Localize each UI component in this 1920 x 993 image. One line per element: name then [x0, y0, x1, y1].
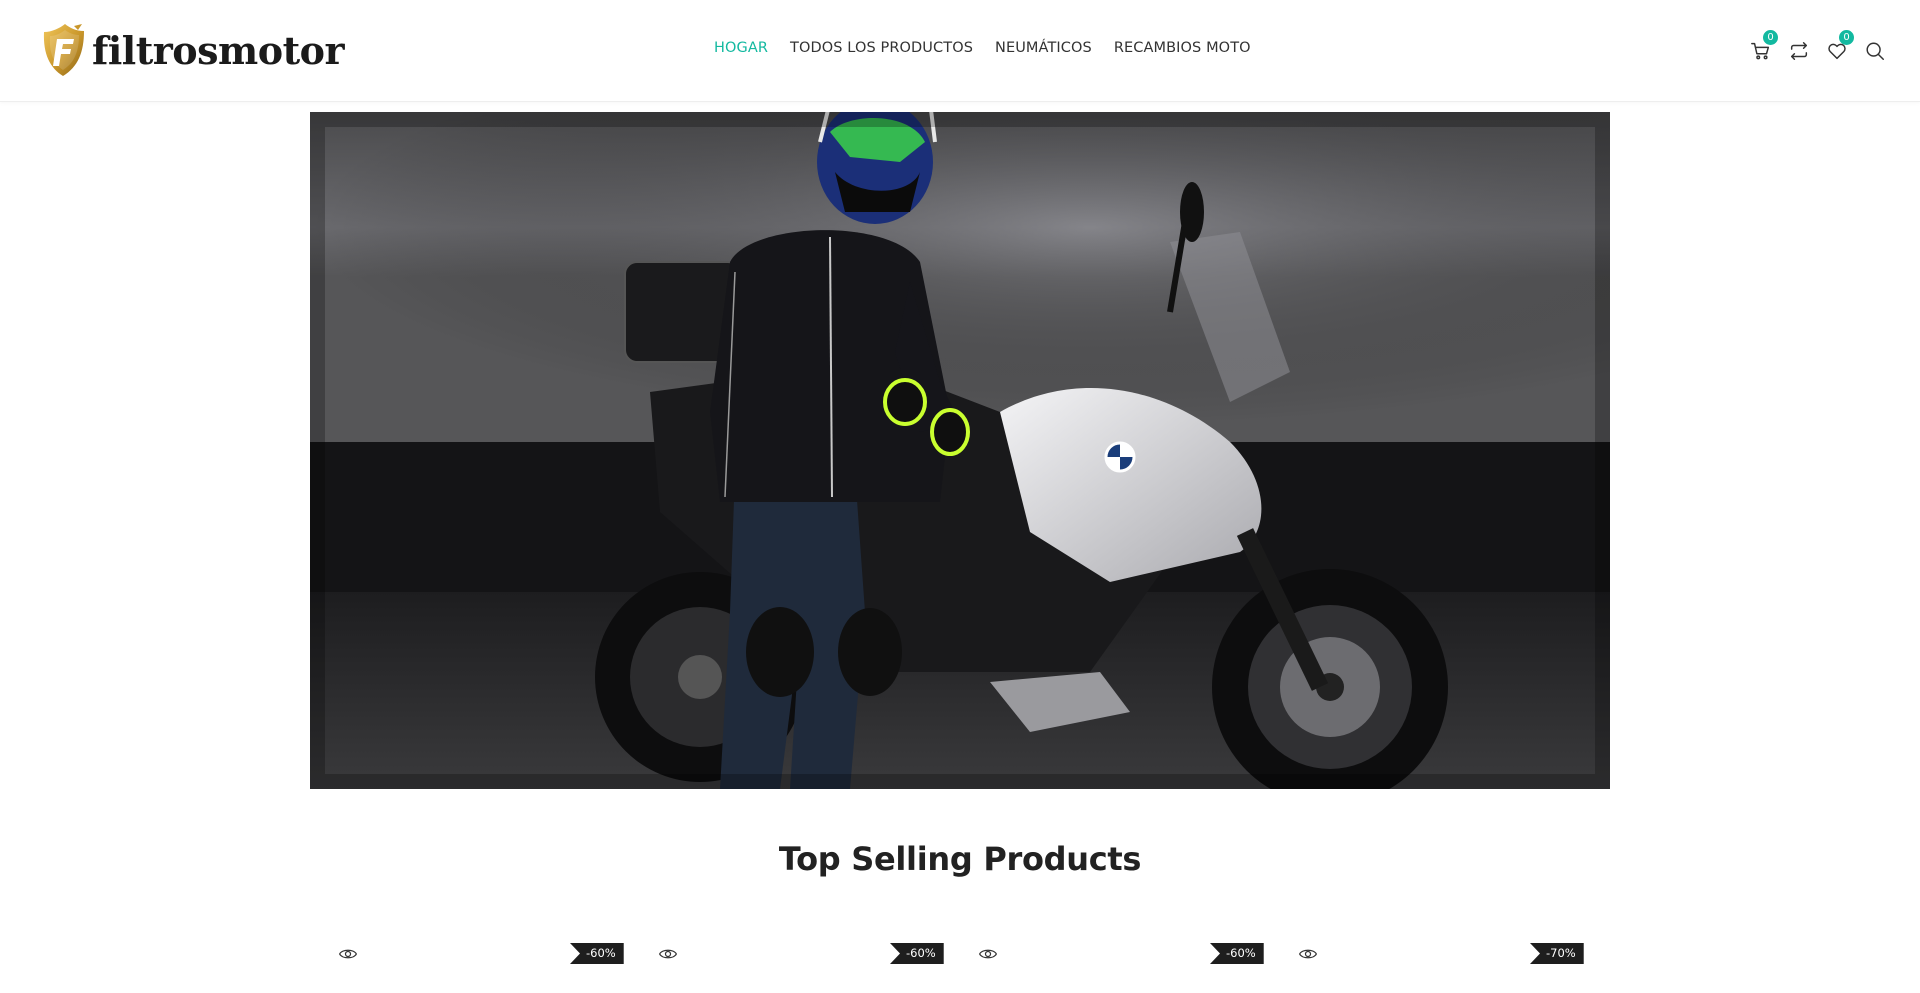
- cart-count-badge: 0: [1763, 30, 1778, 45]
- compare-button[interactable]: [1784, 36, 1814, 66]
- wishlist-count-badge: 0: [1839, 30, 1854, 45]
- product-card[interactable]: -60%: [320, 940, 640, 993]
- product-card[interactable]: -60%: [640, 940, 960, 993]
- product-card[interactable]: -70%: [1280, 940, 1600, 993]
- cart-button[interactable]: 0: [1746, 30, 1778, 66]
- nav-item-neumaticos[interactable]: NEUMÁTICOS: [995, 40, 1092, 56]
- site-header: filtrosmotor HOGAR TODOS LOS PRODUCTOS N…: [0, 0, 1920, 102]
- logo-shield-icon: [43, 24, 84, 76]
- nav-item-recambios-moto[interactable]: RECAMBIOS MOTO: [1114, 40, 1251, 56]
- search-button[interactable]: [1860, 36, 1890, 66]
- discount-badge: -70%: [1530, 943, 1584, 964]
- wishlist-button[interactable]: 0: [1822, 30, 1854, 66]
- section-title: Top Selling Products: [778, 840, 1142, 878]
- eye-icon: [978, 949, 998, 959]
- logo-link[interactable]: filtrosmotor: [38, 22, 345, 78]
- hero-banner-motorcycle-rider-image: [310, 112, 1610, 789]
- discount-badge: -60%: [890, 943, 944, 964]
- quick-view-button[interactable]: [658, 944, 680, 966]
- header-icons: 0 0: [1746, 30, 1898, 66]
- eye-icon: [1298, 949, 1318, 959]
- logo-text: filtrosmotor: [92, 27, 345, 73]
- quick-view-button[interactable]: [1298, 944, 1320, 966]
- compare-icon: [1790, 42, 1808, 60]
- nav-item-todos-los-productos[interactable]: TODOS LOS PRODUCTOS: [790, 40, 973, 56]
- hero-banner[interactable]: [310, 112, 1610, 789]
- main-nav: HOGAR TODOS LOS PRODUCTOS NEUMÁTICOS REC…: [714, 40, 1273, 56]
- product-card[interactable]: -60%: [960, 940, 1280, 993]
- eye-icon: [658, 949, 678, 959]
- quick-view-button[interactable]: [978, 944, 1000, 966]
- nav-item-hogar[interactable]: HOGAR: [714, 40, 768, 56]
- quick-view-button[interactable]: [338, 944, 360, 966]
- eye-icon: [338, 949, 358, 959]
- discount-badge: -60%: [570, 943, 624, 964]
- search-icon: [1866, 42, 1884, 60]
- discount-badge: -60%: [1210, 943, 1264, 964]
- product-list: -60% -60% -60% -70%: [320, 940, 1600, 993]
